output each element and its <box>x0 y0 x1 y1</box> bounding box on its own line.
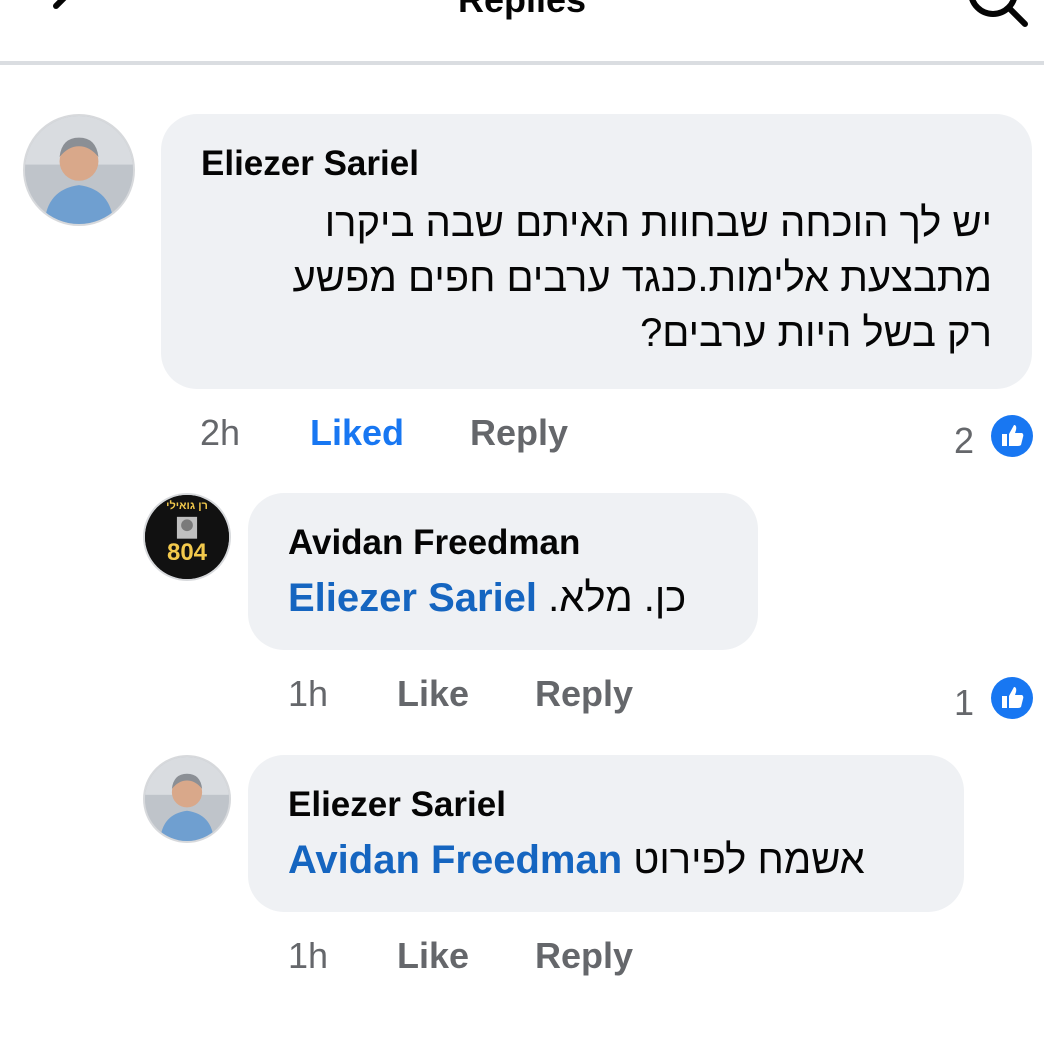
like-button[interactable]: Like <box>397 933 469 979</box>
search-icon[interactable] <box>955 0 1035 32</box>
comment-time: 1h <box>288 673 329 714</box>
reaction-count[interactable]: 2 <box>934 418 974 464</box>
avatar-photo <box>25 116 133 224</box>
comment-actions: 1h Like Reply <box>288 671 788 717</box>
avatar-badge-text: רן גואילי <box>166 500 208 512</box>
reply-button[interactable]: Reply <box>535 933 633 979</box>
comment-body: Eliezer Sariel כן. מלא. <box>288 571 686 626</box>
like-reaction-icon[interactable] <box>990 676 1034 720</box>
reply-button[interactable]: Reply <box>535 671 633 717</box>
mention-link[interactable]: Eliezer Sariel <box>288 576 537 620</box>
comment-author[interactable]: Eliezer Sariel <box>201 144 419 184</box>
reply-button[interactable]: Reply <box>470 410 568 456</box>
comment-text: אשמח לפירוט <box>633 838 865 882</box>
comment-time: 1h <box>288 935 329 976</box>
comment-actions: 1h Like Reply <box>288 933 788 979</box>
avatar-photo <box>145 757 229 841</box>
comment-time: 2h <box>200 412 241 453</box>
comment-text: כן. מלא. <box>548 576 687 620</box>
comment-actions: 2h Liked Reply <box>200 410 700 456</box>
comment-body: Avidan Freedman אשמח לפירוט <box>288 833 865 888</box>
mention-link[interactable]: Avidan Freedman <box>288 838 622 882</box>
header-divider <box>0 61 1044 65</box>
page-title: Replies <box>0 0 1044 22</box>
comment-bubble: Eliezer Sariel יש לך הוכחה שבחוות האיתם … <box>161 114 1032 389</box>
comment-author[interactable]: Eliezer Sariel <box>288 785 506 825</box>
like-button[interactable]: Liked <box>310 410 404 456</box>
comment-text-line: מתבצעת אלימות.כנגד ערבים חפים מפשע <box>292 256 992 300</box>
like-button[interactable]: Like <box>397 671 469 717</box>
reaction-count[interactable]: 1 <box>934 680 974 726</box>
avatar[interactable] <box>23 114 135 226</box>
like-reaction-icon[interactable] <box>990 414 1034 458</box>
comment-text-line: יש לך הוכחה שבחוות האיתם שבה ביקרו <box>324 201 992 245</box>
avatar-badge-number: 804 <box>166 539 208 566</box>
comment-text-line: רק בשל היות ערבים? <box>640 311 992 355</box>
header: Replies <box>0 0 1044 62</box>
comment-bubble: Eliezer Sariel Avidan Freedman אשמח לפיר… <box>248 755 964 912</box>
comment-author[interactable]: Avidan Freedman <box>288 523 580 563</box>
comment-bubble: Avidan Freedman Eliezer Sariel כן. מלא. <box>248 493 758 650</box>
avatar[interactable] <box>143 755 231 843</box>
